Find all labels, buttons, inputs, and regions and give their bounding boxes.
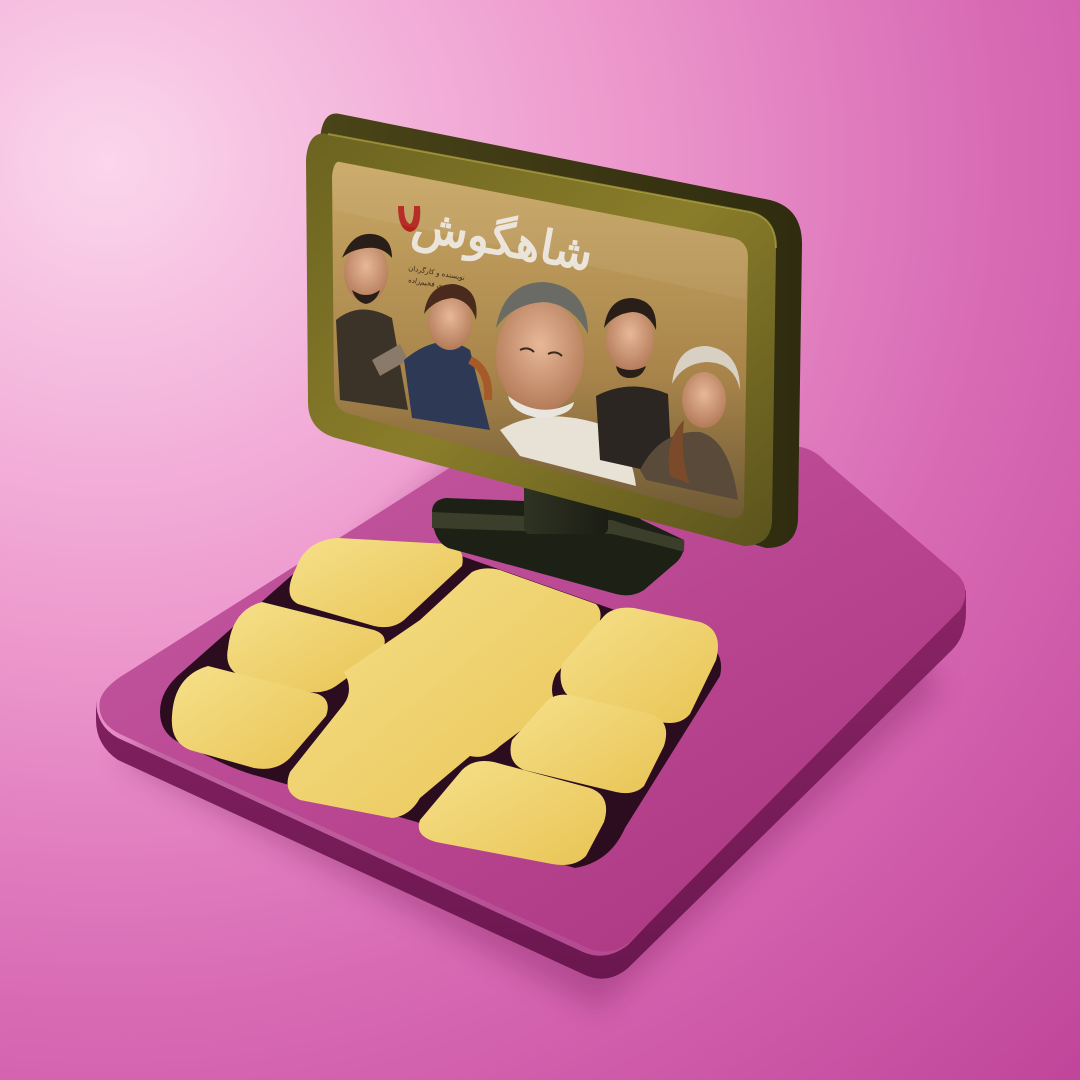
illustration-scene: شاهگوش نویسنده و کارگردان مهدی فخیم‌زاده [0,0,1080,1080]
sim-card-tv-illustration: شاهگوش نویسنده و کارگردان مهدی فخیم‌زاده [96,113,966,1010]
